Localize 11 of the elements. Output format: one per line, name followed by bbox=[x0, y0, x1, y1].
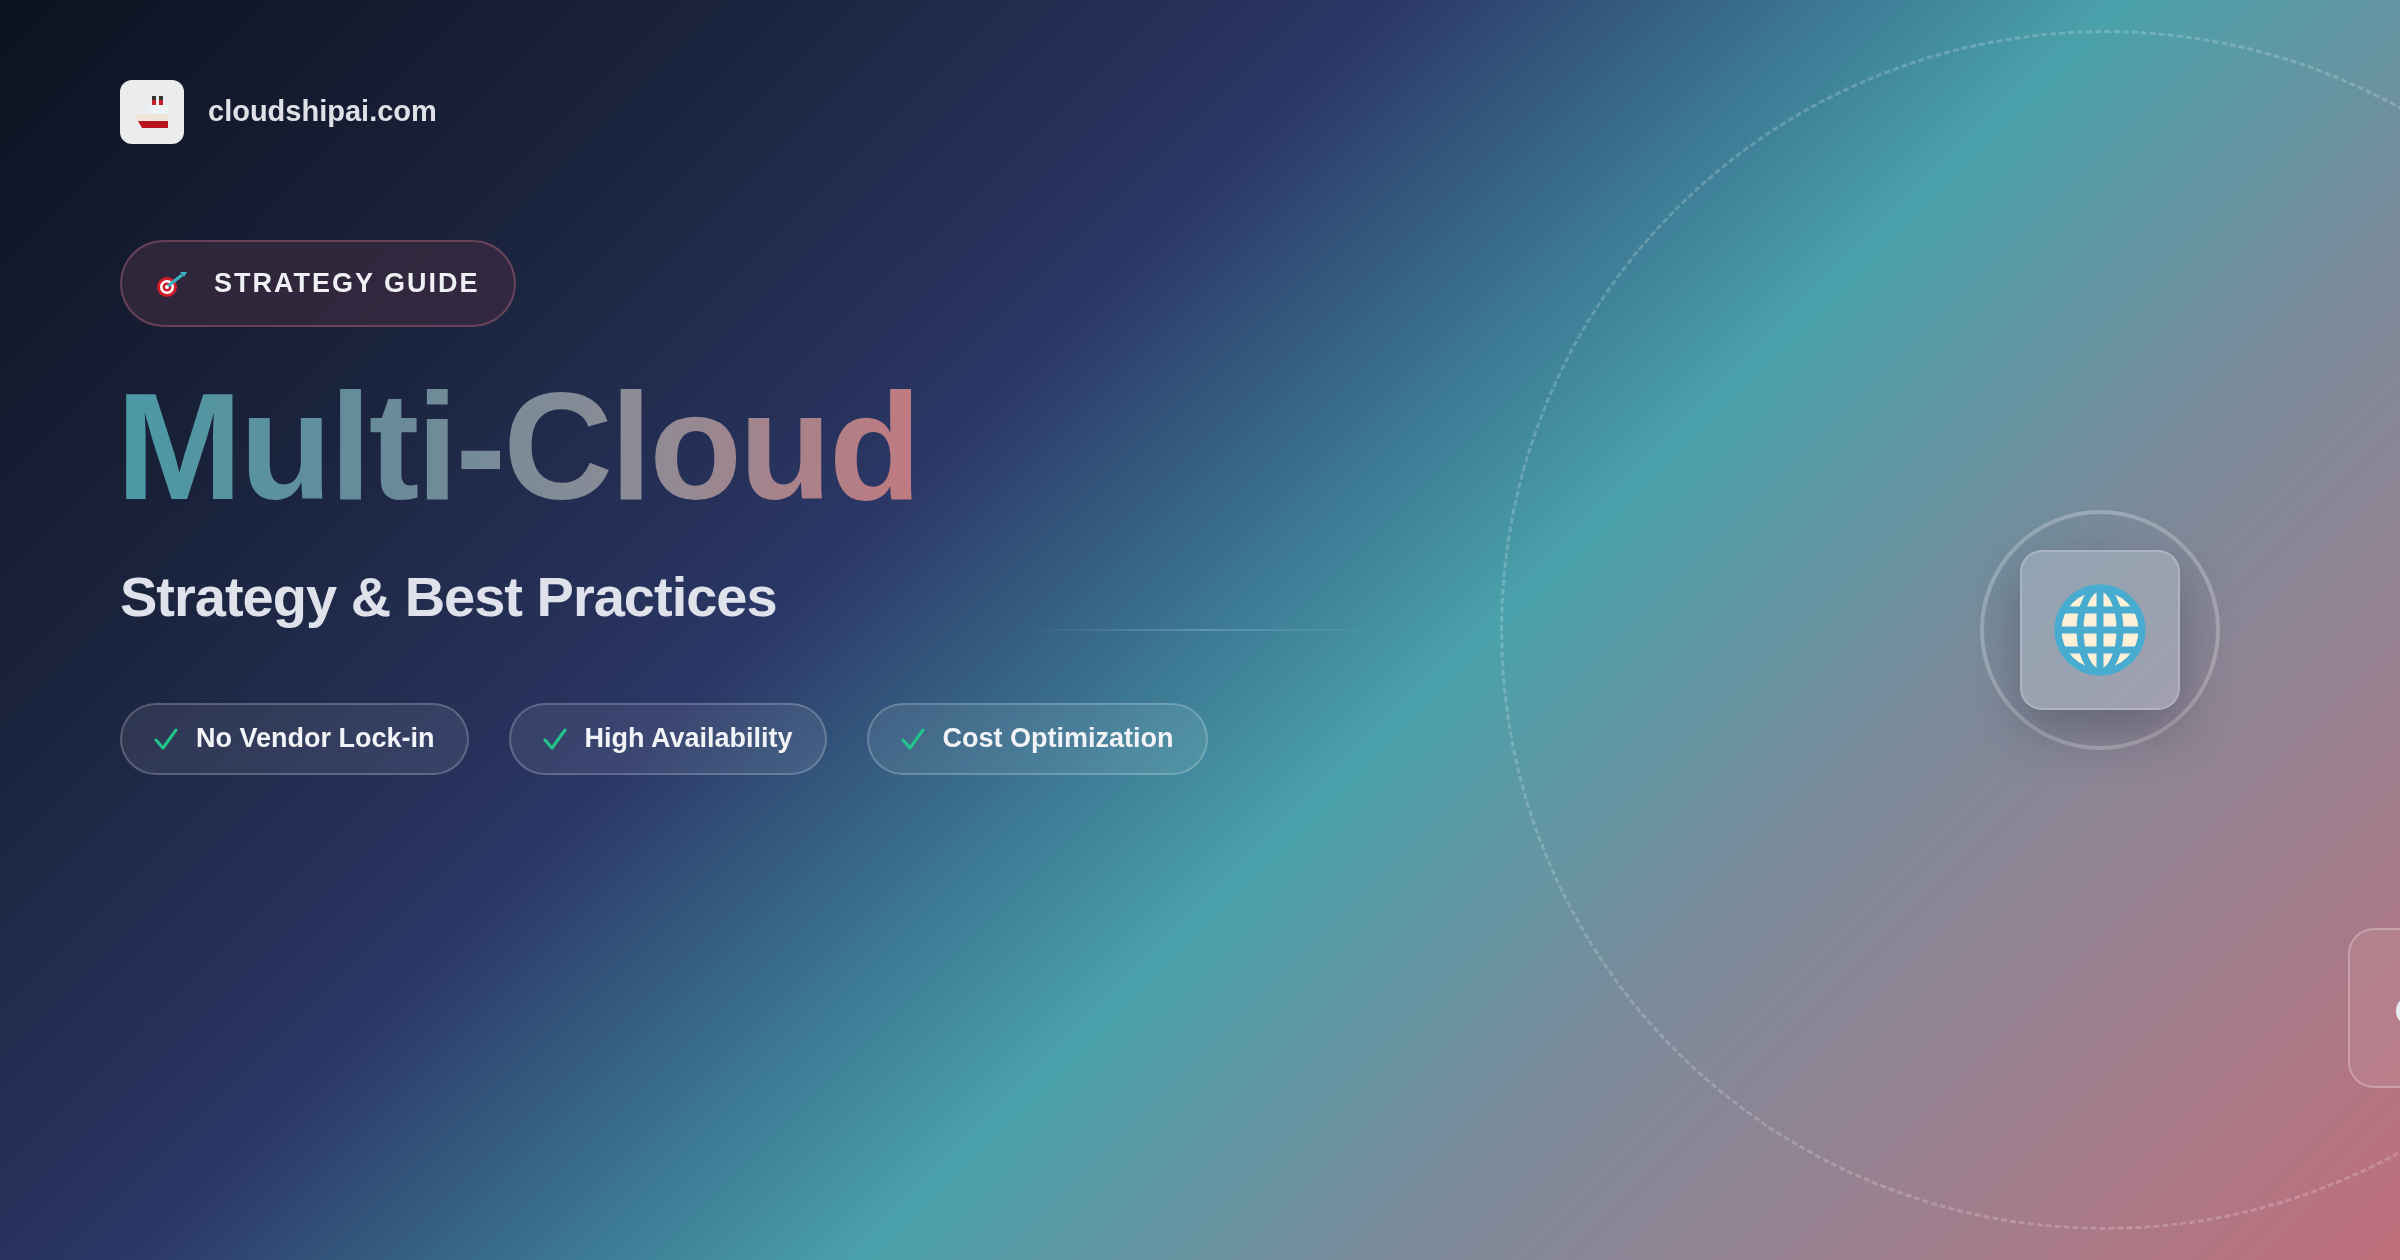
globe-icon bbox=[2054, 584, 2146, 676]
check-icon bbox=[900, 727, 925, 750]
feature-label: High Availability bbox=[584, 722, 793, 756]
target-icon bbox=[156, 269, 188, 298]
badge-label: STRATEGY GUIDE bbox=[214, 267, 480, 301]
feature-label: Cost Optimization bbox=[942, 722, 1174, 756]
page-subtitle: Strategy & Best Practices bbox=[120, 563, 777, 630]
feature-label: No Vendor Lock-in bbox=[196, 722, 435, 756]
check-icon bbox=[154, 727, 178, 750]
check-icon bbox=[542, 727, 567, 750]
site-name: cloudshipai.com bbox=[208, 94, 437, 130]
